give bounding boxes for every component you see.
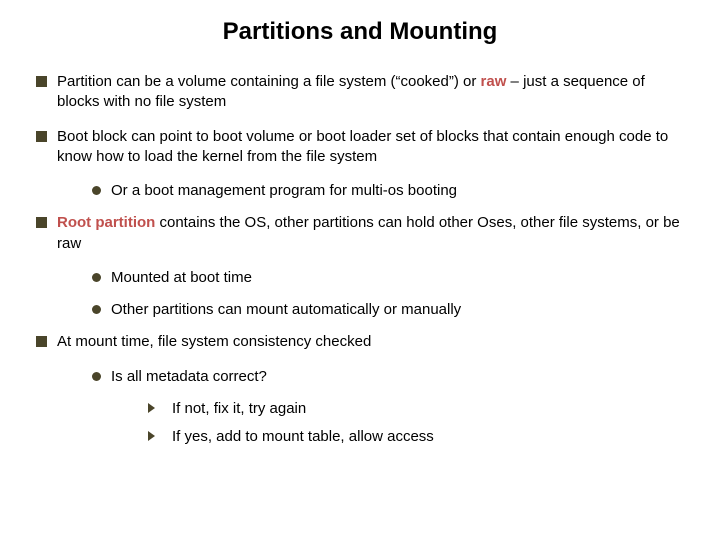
bullet-level3: If not, fix it, try again xyxy=(148,399,684,419)
bullet-text: If yes, add to mount table, allow access xyxy=(172,427,684,447)
square-bullet-icon xyxy=(36,336,47,347)
square-bullet-icon xyxy=(36,217,47,228)
bullet-text: Other partitions can mount automatically… xyxy=(111,300,684,320)
circle-bullet-icon xyxy=(92,273,101,282)
triangle-bullet-icon xyxy=(148,403,162,413)
bullet-text: Or a boot management program for multi-o… xyxy=(111,181,684,201)
triangle-bullet-icon xyxy=(148,431,162,441)
bullet-text: Is all metadata correct? xyxy=(111,367,684,387)
bullet-text: At mount time, file system consistency c… xyxy=(57,332,684,352)
circle-bullet-icon xyxy=(92,305,101,314)
circle-bullet-icon xyxy=(92,186,101,195)
text-run: Partition can be a volume containing a f… xyxy=(57,73,481,90)
slide: Partitions and Mounting Partition can be… xyxy=(0,0,720,540)
circle-bullet-icon xyxy=(92,372,101,381)
slide-title: Partitions and Mounting xyxy=(36,18,684,46)
square-bullet-icon xyxy=(36,76,47,87)
bullet-level2: Mounted at boot time xyxy=(92,268,684,288)
emphasis-text: Root partition xyxy=(57,214,155,231)
bullet-level1: Root partition contains the OS, other pa… xyxy=(36,213,684,254)
square-bullet-icon xyxy=(36,131,47,142)
emphasis-text: raw xyxy=(481,73,507,90)
bullet-level1: Boot block can point to boot volume or b… xyxy=(36,127,684,168)
bullet-text: Mounted at boot time xyxy=(111,268,684,288)
bullet-text: Root partition contains the OS, other pa… xyxy=(57,213,684,254)
bullet-level1: At mount time, file system consistency c… xyxy=(36,332,684,352)
bullet-text: Partition can be a volume containing a f… xyxy=(57,72,684,113)
bullet-text: If not, fix it, try again xyxy=(172,399,684,419)
bullet-level2: Is all metadata correct? xyxy=(92,367,684,387)
bullet-level3: If yes, add to mount table, allow access xyxy=(148,427,684,447)
bullet-text: Boot block can point to boot volume or b… xyxy=(57,127,684,168)
bullet-level1: Partition can be a volume containing a f… xyxy=(36,72,684,113)
bullet-level2: Other partitions can mount automatically… xyxy=(92,300,684,320)
bullet-level2: Or a boot management program for multi-o… xyxy=(92,181,684,201)
